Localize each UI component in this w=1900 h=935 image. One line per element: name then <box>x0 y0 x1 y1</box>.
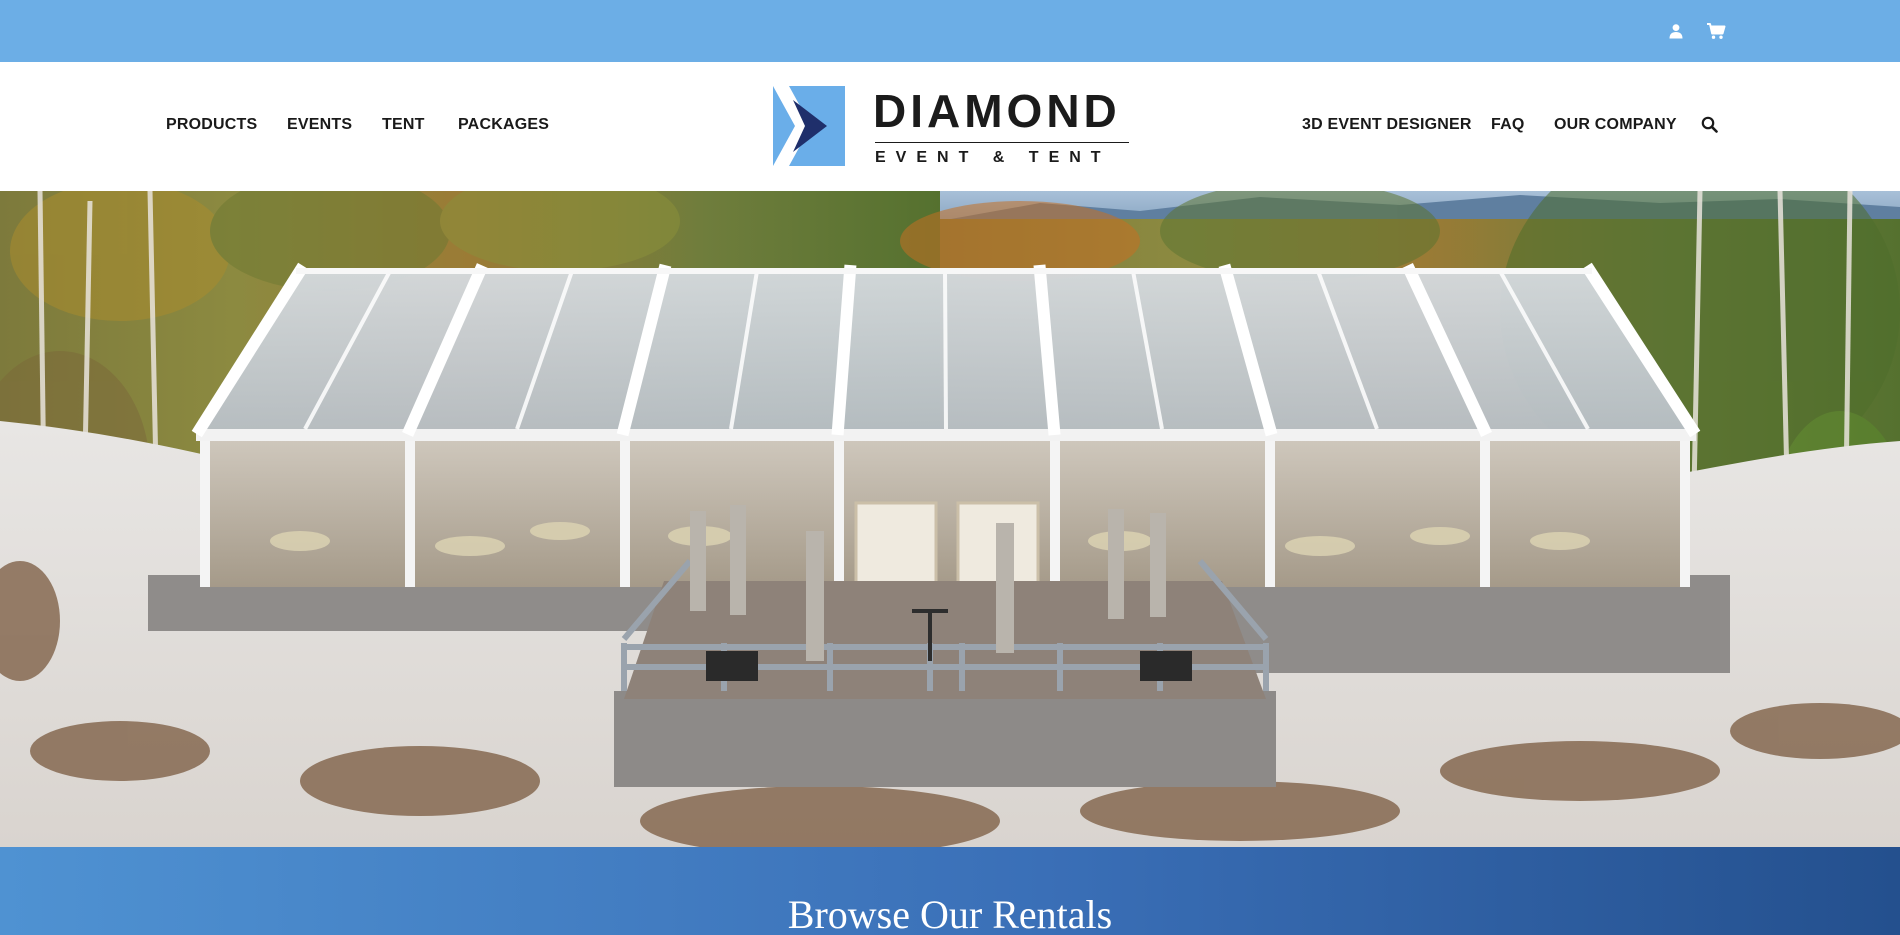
nav-faq[interactable]: FAQ <box>1491 116 1525 134</box>
banner-title: Browse Our Rentals <box>787 892 1113 935</box>
hero-image <box>0 191 1900 847</box>
tent-hero-illustration <box>0 191 1900 847</box>
browse-rentals-banner: Browse Our Rentals <box>0 847 1900 935</box>
nav-events[interactable]: EVENTS <box>287 116 352 134</box>
logo-divider <box>875 142 1129 143</box>
nav-packages[interactable]: PACKAGES <box>458 116 549 134</box>
diamond-logo-icon <box>773 86 845 166</box>
nav-tent[interactable]: TENT <box>382 116 425 134</box>
top-utility-bar <box>0 0 1900 62</box>
logo-title: DIAMOND <box>873 85 1121 137</box>
main-header: PRODUCTS EVENTS TENT PACKAGES DIAMOND EV… <box>0 62 1900 191</box>
nav-products[interactable]: PRODUCTS <box>166 116 257 134</box>
user-icon[interactable] <box>1664 19 1688 43</box>
search-icon[interactable] <box>1701 116 1721 136</box>
nav-our-company[interactable]: OUR COMPANY <box>1554 116 1677 134</box>
nav-3d-event-designer[interactable]: 3D EVENT DESIGNER <box>1302 116 1472 134</box>
site-logo[interactable]: DIAMOND EVENT & TENT <box>771 84 1136 168</box>
shopping-cart-icon[interactable] <box>1704 19 1728 43</box>
logo-subtitle: EVENT & TENT <box>875 149 1111 166</box>
